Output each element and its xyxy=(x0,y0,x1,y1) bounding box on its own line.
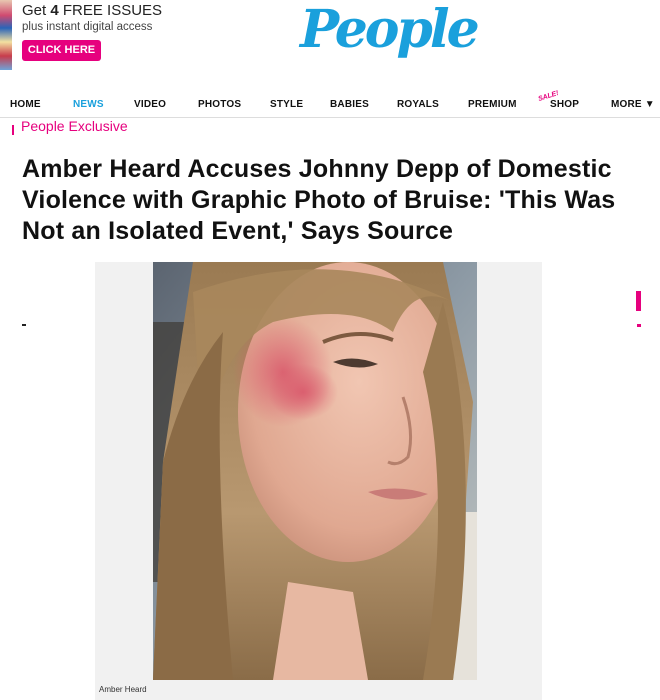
magazine-promo[interactable]: Get 4 FREE ISSUES plus instant digital a… xyxy=(0,0,180,72)
promo-headline: Get 4 FREE ISSUES xyxy=(22,2,163,19)
nav-more[interactable]: MORE ▼ xyxy=(611,99,655,110)
divider-mark xyxy=(22,324,26,326)
people-logo[interactable]: People xyxy=(300,0,490,64)
portrait-illustration xyxy=(153,262,477,680)
magazine-cover-thumbnail[interactable] xyxy=(0,0,12,70)
nav-royals[interactable]: ROYALS xyxy=(397,99,439,110)
nav-babies[interactable]: BABIES xyxy=(330,99,369,110)
article-kicker[interactable]: People Exclusive xyxy=(21,118,128,134)
logo-text: People xyxy=(300,0,480,60)
nav-style[interactable]: STYLE xyxy=(270,99,303,110)
image-caption: Amber Heard xyxy=(99,685,147,694)
article-figure: Amber Heard xyxy=(95,262,542,700)
side-tab-marker-small xyxy=(637,324,641,327)
nav-shop[interactable]: SHOP xyxy=(550,99,579,110)
article-photo[interactable] xyxy=(153,262,477,680)
nav-home[interactable]: HOME xyxy=(10,99,41,110)
article-headline: Amber Heard Accuses Johnny Depp of Domes… xyxy=(22,155,616,245)
nav-news[interactable]: NEWS xyxy=(73,99,104,110)
kicker-accent-bar xyxy=(12,125,14,135)
nav-video[interactable]: VIDEO xyxy=(134,99,166,110)
nav-premium[interactable]: PREMIUM xyxy=(468,99,517,110)
promo-subtext: plus instant digital access xyxy=(22,21,153,33)
side-tab-marker[interactable] xyxy=(636,291,641,311)
main-navigation: HOME NEWS VIDEO PHOTOS STYLE BABIES ROYA… xyxy=(0,88,660,118)
click-here-button[interactable]: CLICK HERE xyxy=(22,40,101,61)
nav-photos[interactable]: PHOTOS xyxy=(198,99,241,110)
